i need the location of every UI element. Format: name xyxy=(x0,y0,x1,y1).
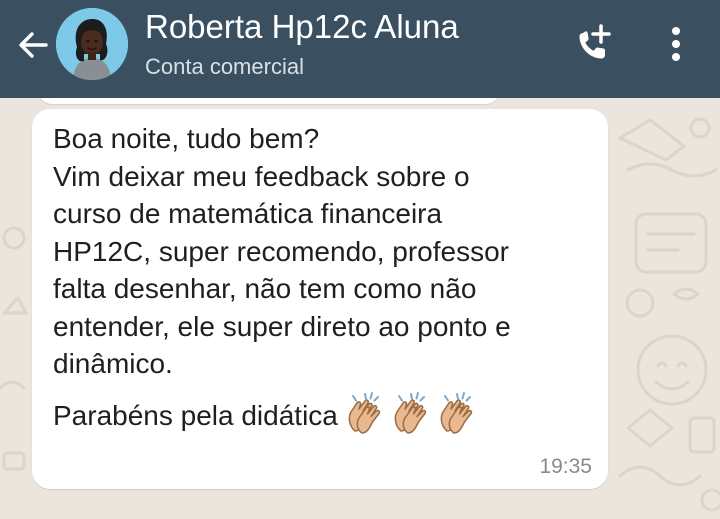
app-bar: Roberta Hp12c Aluna Conta comercial xyxy=(0,0,720,98)
message-line: HP12C, super recomendo, professor xyxy=(53,235,509,267)
message-line: curso de matemática financeira xyxy=(53,198,443,229)
back-button[interactable] xyxy=(10,22,56,68)
message-text: Boa noite, tudo bem? Vim deixar meu feed… xyxy=(53,120,598,444)
message-line: dinâmico. xyxy=(53,348,173,379)
clapping-hands-icon xyxy=(388,391,432,435)
add-call-button[interactable] xyxy=(566,20,618,72)
message-timestamp: 19:35 xyxy=(539,455,592,478)
closing-text: Parabéns pela didática xyxy=(53,399,338,431)
clapping-hands-icon xyxy=(434,391,478,435)
arrow-left-icon xyxy=(19,32,48,58)
message-line: falta desenhar, não tem como não xyxy=(53,273,477,304)
message-line: Vim deixar meu feedback sobre o xyxy=(53,160,470,192)
message-line: entender, ele super direto ao ponto e xyxy=(53,310,511,342)
more-vert-icon xyxy=(672,27,680,61)
overflow-menu-button[interactable] xyxy=(656,20,696,72)
add-call-icon xyxy=(579,24,611,59)
message-bubble[interactable]: Boa noite, tudo bem? Vim deixar meu feed… xyxy=(32,109,608,489)
clap-emoji-group xyxy=(342,391,480,445)
clapping-hands-icon xyxy=(342,391,386,435)
message-closing-line: Parabéns pela didática xyxy=(53,391,598,445)
contact-name[interactable]: Roberta Hp12c Aluna xyxy=(145,8,459,46)
previous-message-bubble xyxy=(38,98,500,104)
business-account-label: Conta comercial xyxy=(145,54,304,79)
contact-avatar[interactable] xyxy=(56,8,128,80)
chat-area[interactable]: Boa noite, tudo bem? Vim deixar meu feed… xyxy=(0,98,720,519)
person-avatar xyxy=(56,8,128,80)
message-line: Boa noite, tudo bem? xyxy=(53,123,320,154)
